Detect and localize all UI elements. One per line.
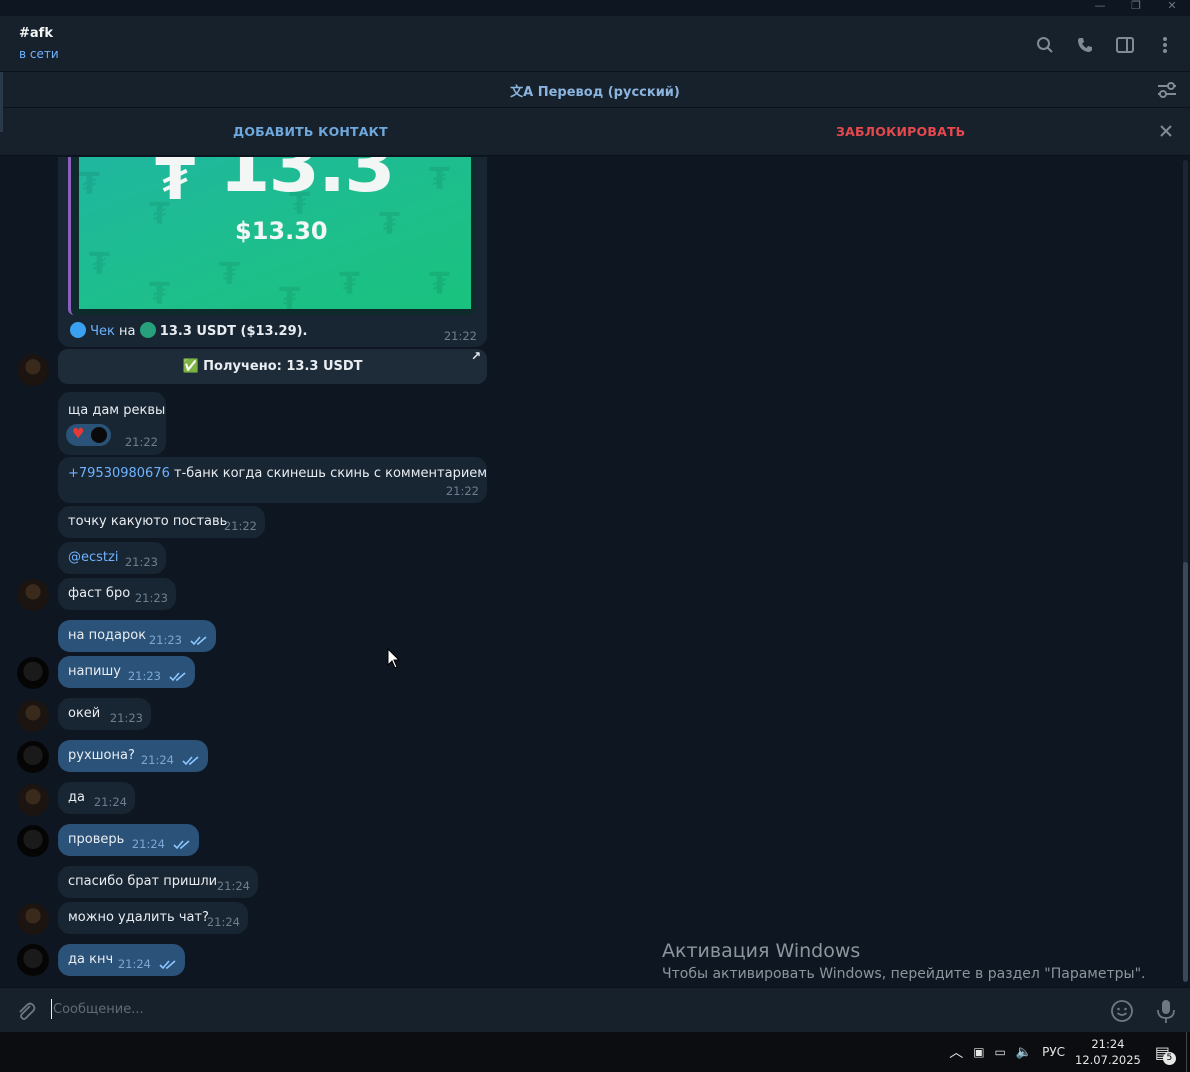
language-indicator[interactable]: РУС bbox=[1042, 1045, 1065, 1059]
avatar[interactable] bbox=[17, 825, 49, 857]
check-big-amount: 13.3 bbox=[219, 157, 396, 209]
crypto-check-message[interactable]: ₮ ₮ ₮ ₮ ₮ ₮ ₮ ₮ ₮ ₮ ₮ ₮ 13.3 $13.30 Чек на 13.3 … bbox=[58, 157, 487, 347]
check-image: ₮ ₮ ₮ ₮ ₮ ₮ ₮ ₮ ₮ ₮ ₮ ₮ 13.3 $13.30 bbox=[79, 157, 471, 309]
message-composer: Сообщение... bbox=[0, 987, 1190, 1032]
avatar[interactable] bbox=[17, 784, 49, 816]
heart-icon: ♥ bbox=[72, 426, 85, 442]
avatar[interactable] bbox=[17, 657, 49, 689]
volume-icon[interactable]: 🔈 bbox=[1016, 1045, 1032, 1060]
read-ticks-icon bbox=[173, 840, 190, 850]
check-caption: Чек на 13.3 USDT ($13.29). bbox=[70, 322, 308, 339]
window-controls: — ❐ ✕ bbox=[1082, 0, 1190, 16]
avatar[interactable] bbox=[17, 700, 49, 732]
reactor-avatar bbox=[91, 427, 107, 443]
chat-status: в сети bbox=[19, 47, 59, 61]
close-window-icon[interactable]: ✕ bbox=[1154, 0, 1190, 14]
reaction-badge[interactable]: ♥ bbox=[66, 424, 111, 446]
check-usd-amount: $13.30 bbox=[235, 217, 328, 245]
meet-icon[interactable]: ▣ bbox=[973, 1045, 984, 1059]
search-icon[interactable] bbox=[1034, 34, 1056, 56]
received-button[interactable]: ✅ Получено: 13.3 USDT ↗ bbox=[58, 349, 487, 384]
message-input[interactable]: Сообщение... bbox=[53, 1002, 144, 1017]
more-menu-icon[interactable] bbox=[1154, 34, 1176, 56]
mention-link[interactable]: @ecstzi bbox=[68, 550, 118, 565]
windows-activation-watermark: Активация Windows Чтобы активировать Win… bbox=[662, 940, 1146, 982]
anchor-icon bbox=[70, 322, 86, 338]
avatar[interactable] bbox=[17, 944, 49, 976]
chat-header[interactable]: #afk в сети bbox=[0, 16, 1190, 72]
translate-bar[interactable]: 文A Перевод (русский) bbox=[0, 72, 1190, 108]
tether-logo: ₮ bbox=[155, 157, 196, 213]
read-ticks-icon bbox=[182, 756, 199, 766]
outgoing-message-bubble[interactable]: на подарок 21:23 bbox=[58, 620, 216, 652]
translate-label[interactable]: 文A Перевод (русский) bbox=[0, 81, 1190, 100]
notifications-icon[interactable]: ▤ 5 bbox=[1155, 1043, 1176, 1065]
check-preview[interactable]: ₮ ₮ ₮ ₮ ₮ ₮ ₮ ₮ ₮ ₮ ₮ ₮ 13.3 $13.30 bbox=[68, 157, 476, 315]
outgoing-message-bubble[interactable]: проверь 21:24 bbox=[58, 824, 199, 856]
message-bubble[interactable]: @ecstzi 21:23 bbox=[58, 542, 166, 574]
phone-link[interactable]: +79530980676 bbox=[68, 466, 170, 481]
message-bubble[interactable]: +79530980676 т-банк когда скинешь скинь … bbox=[58, 457, 487, 503]
minimize-icon[interactable]: — bbox=[1082, 0, 1118, 14]
read-ticks-icon bbox=[169, 672, 186, 682]
restore-icon[interactable]: ❐ bbox=[1118, 0, 1154, 14]
chat-title: #afk bbox=[19, 26, 53, 41]
check-link[interactable]: Чек bbox=[90, 324, 115, 339]
network-icon[interactable]: ▭ bbox=[995, 1045, 1006, 1059]
translate-settings-icon[interactable] bbox=[1156, 80, 1178, 100]
scrollbar-thumb[interactable] bbox=[1183, 562, 1188, 982]
avatar[interactable] bbox=[17, 354, 49, 386]
read-ticks-icon bbox=[190, 636, 207, 646]
system-tray: ︿ ▣ ▭ 🔈 РУС 21:24 12.07.2025 ▤ 5 bbox=[949, 1032, 1190, 1072]
microphone-icon[interactable] bbox=[1156, 998, 1176, 1024]
avatar[interactable] bbox=[17, 741, 49, 773]
add-contact-button[interactable]: ДОБАВИТЬ КОНТАКТ bbox=[233, 124, 388, 139]
close-icon[interactable] bbox=[1156, 121, 1176, 141]
sidebar-toggle-icon[interactable] bbox=[1114, 34, 1136, 56]
mouse-cursor-icon bbox=[387, 648, 401, 669]
avatar[interactable] bbox=[17, 579, 49, 611]
attach-icon[interactable] bbox=[15, 1000, 37, 1022]
phone-icon[interactable] bbox=[1074, 34, 1096, 56]
windows-taskbar: ︿ ▣ ▭ 🔈 РУС 21:24 12.07.2025 ▤ 5 bbox=[0, 1032, 1190, 1072]
message-bubble[interactable]: можно удалить чат? 21:24 bbox=[58, 902, 248, 934]
message-bubble[interactable]: да 21:24 bbox=[58, 782, 135, 814]
outgoing-message-bubble[interactable]: рухшона? 21:24 bbox=[58, 740, 208, 772]
block-button[interactable]: ЗАБЛОКИРОВАТЬ bbox=[836, 124, 965, 139]
telegram-window: — ❐ ✕ #afk в сети 文A Перевод (русский) Д… bbox=[0, 0, 1190, 1072]
open-arrow-icon: ↗ bbox=[470, 349, 481, 363]
usdt-icon bbox=[139, 322, 156, 338]
message-bubble[interactable]: фаст бро 21:23 bbox=[58, 578, 176, 610]
header-actions bbox=[1034, 34, 1176, 56]
show-desktop[interactable] bbox=[1186, 1032, 1190, 1072]
left-edge bbox=[0, 72, 3, 132]
avatar[interactable] bbox=[17, 903, 49, 935]
contact-bar: ДОБАВИТЬ КОНТАКТ ЗАБЛОКИРОВАТЬ bbox=[0, 108, 1190, 156]
text-caret bbox=[51, 999, 52, 1019]
message-bubble[interactable]: спасибо брат пришли 21:24 bbox=[58, 866, 258, 898]
chevron-up-icon[interactable]: ︿ bbox=[949, 1042, 963, 1062]
message-bubble[interactable]: точку какуюто поставь 21:22 bbox=[58, 506, 265, 538]
message-bubble[interactable]: окей 21:23 bbox=[58, 698, 151, 730]
outgoing-message-bubble[interactable]: да кнч 21:24 bbox=[58, 944, 185, 976]
translate-icon: 文A bbox=[510, 85, 538, 100]
read-ticks-icon bbox=[159, 960, 176, 970]
taskbar-clock[interactable]: 21:24 12.07.2025 bbox=[1075, 1036, 1141, 1068]
notification-count: 5 bbox=[1162, 1051, 1176, 1065]
outgoing-message-bubble[interactable]: напишу 21:23 bbox=[58, 656, 195, 688]
emoji-icon[interactable] bbox=[1110, 999, 1134, 1023]
